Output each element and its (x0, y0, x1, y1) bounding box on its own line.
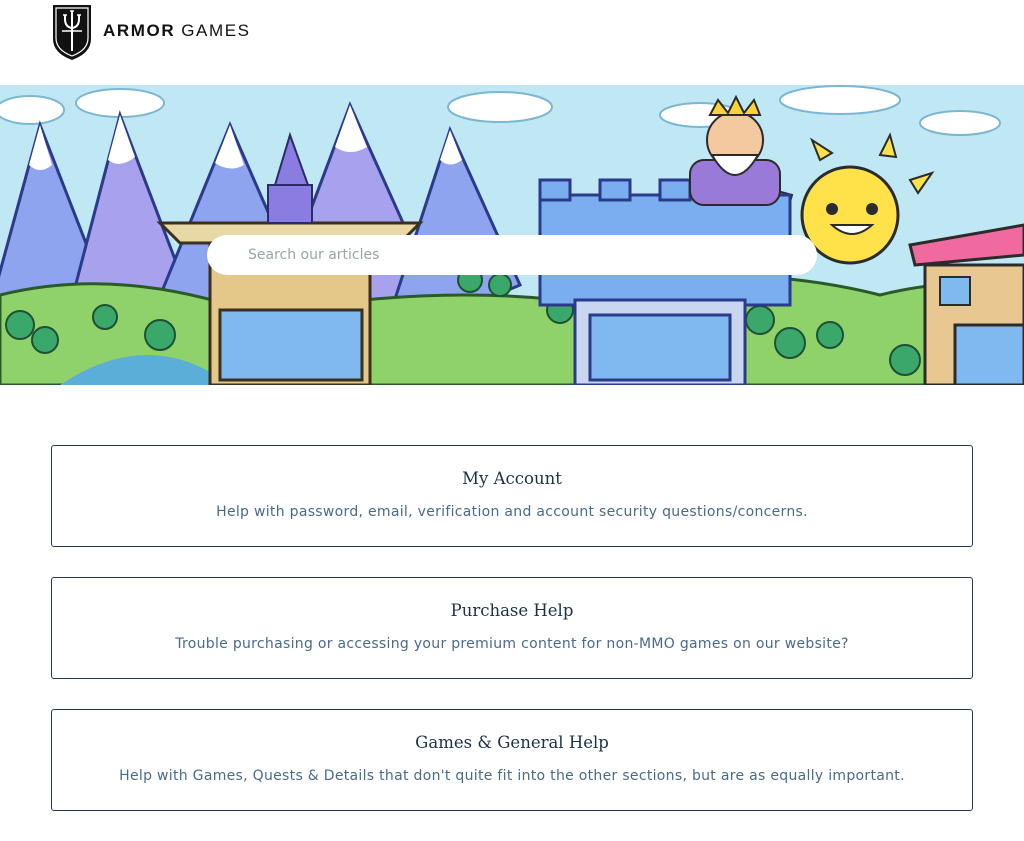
search-bar (207, 235, 817, 275)
section-description: Help with password, email, verification … (216, 504, 808, 520)
search-input[interactable] (207, 235, 817, 275)
section-card-purchase-help[interactable]: Purchase Help Trouble purchasing or acce… (51, 577, 973, 679)
shield-trident-icon (53, 5, 91, 60)
section-title: My Account (462, 469, 562, 488)
section-card-my-account[interactable]: My Account Help with password, email, ve… (51, 445, 973, 547)
site-header: ARMOR GAMES (0, 0, 1024, 85)
section-title: Purchase Help (450, 601, 574, 620)
section-title: Games & General Help (415, 733, 609, 752)
help-sections: My Account Help with password, email, ve… (51, 445, 973, 841)
section-card-games-general-help[interactable]: Games & General Help Help with Games, Qu… (51, 709, 973, 811)
section-description: Help with Games, Quests & Details that d… (119, 768, 905, 784)
armor-games-logo[interactable]: ARMOR GAMES (51, 0, 251, 62)
section-description: Trouble purchasing or accessing your pre… (175, 636, 849, 652)
hero-banner (0, 85, 1024, 385)
brand-name: ARMOR GAMES (103, 21, 251, 41)
brand-name-light: GAMES (181, 21, 251, 40)
brand-name-bold: ARMOR (103, 21, 176, 40)
